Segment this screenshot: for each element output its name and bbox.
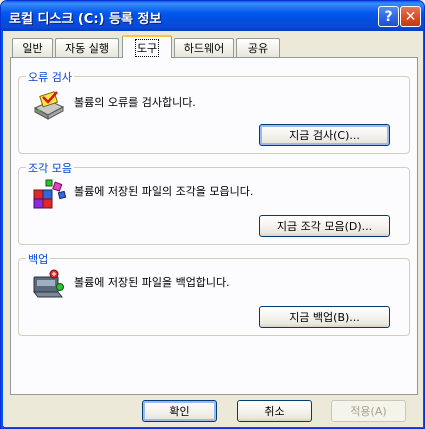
group-title: 오류 검사: [26, 69, 74, 85]
tab-sharing[interactable]: 공유: [236, 38, 280, 57]
tab-tools[interactable]: 도구: [122, 35, 172, 58]
close-button[interactable]: ✕: [400, 6, 421, 27]
tab-hardware[interactable]: 하드웨어: [174, 38, 234, 57]
disk-check-icon: [33, 91, 65, 120]
tab-label: 공유: [247, 42, 269, 55]
help-icon: ?: [384, 8, 393, 25]
error-check-group: 오류 검사 볼륨의 오류를 검사합니다. 지금 검사(C)...: [18, 69, 410, 154]
tab-label: 도구: [134, 38, 160, 57]
tab-general[interactable]: 일반: [12, 38, 53, 57]
ok-button[interactable]: 확인: [142, 400, 217, 422]
dialog-body: 일반 자동 실행 도구 하드웨어 공유 오류 검사 볼륨의 오류를 검사합니다.…: [4, 31, 423, 427]
defrag-group: 조각 모음 볼륨에 저장된 파일의 조각을 모읍니다. 지금 조각 모음(D).…: [18, 160, 410, 245]
apply-button[interactable]: 적용(A): [331, 400, 406, 422]
backup-group: 백업 볼륨에 저장된 파일을 백업합니다. 지금 백업(B)...: [18, 251, 410, 336]
title-bar[interactable]: 로컬 디스크 (C:) 등록 정보 ? ✕: [1, 1, 424, 31]
close-icon: ✕: [404, 8, 417, 25]
tab-label: 자동 실행: [65, 42, 109, 55]
tab-label: 일반: [22, 42, 43, 55]
error-check-description: 볼륨의 오류를 검사합니다.: [74, 96, 196, 109]
group-title: 백업: [26, 251, 51, 267]
backup-icon: [32, 269, 64, 298]
button-label: 취소: [264, 405, 285, 418]
tools-tab-panel: 오류 검사 볼륨의 오류를 검사합니다. 지금 검사(C)... 조각 모음 볼…: [10, 57, 418, 395]
properties-dialog: 로컬 디스크 (C:) 등록 정보 ? ✕ 일반 자동 실행 도구 하드웨어 공…: [0, 0, 425, 429]
tab-label: 하드웨어: [183, 42, 225, 55]
check-now-button[interactable]: 지금 검사(C)...: [259, 124, 390, 146]
defrag-now-button[interactable]: 지금 조각 모음(D)...: [259, 215, 390, 237]
button-label: 지금 검사(C)...: [289, 129, 360, 142]
button-label: 확인: [169, 405, 190, 418]
defrag-description: 볼륨에 저장된 파일의 조각을 모읍니다.: [74, 185, 254, 198]
button-label: 지금 조각 모음(D)...: [276, 220, 373, 233]
window-title: 로컬 디스크 (C:) 등록 정보: [9, 12, 162, 27]
cancel-button[interactable]: 취소: [237, 400, 312, 422]
button-label: 지금 백업(B)...: [289, 311, 360, 324]
button-label: 적용(A): [350, 405, 387, 418]
tab-autoplay[interactable]: 자동 실행: [55, 38, 119, 57]
group-title: 조각 모음: [26, 160, 74, 176]
backup-now-button[interactable]: 지금 백업(B)...: [259, 306, 390, 328]
backup-description: 볼륨에 저장된 파일을 백업합니다.: [74, 276, 230, 289]
help-button[interactable]: ?: [378, 6, 399, 27]
defrag-icon: [33, 179, 67, 209]
